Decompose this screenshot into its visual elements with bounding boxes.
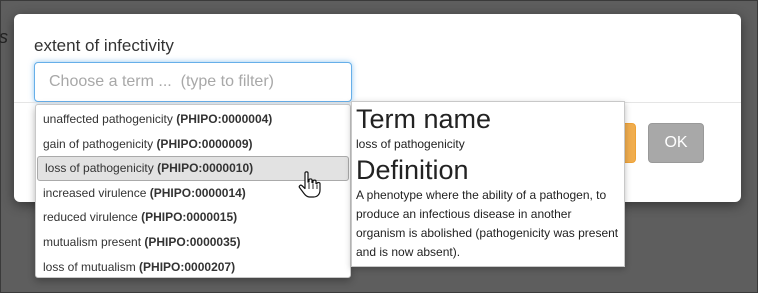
background-text: s [0, 27, 8, 48]
option-code: (PHIPO:0000015) [141, 210, 238, 225]
term-name-heading: Term name [356, 104, 492, 134]
option-label: unaffected pathogenicity [43, 112, 173, 126]
ok-button[interactable]: OK [648, 123, 704, 163]
option-label: loss of pathogenicity [45, 161, 154, 176]
option-label: gain of pathogenicity [43, 136, 154, 151]
list-item[interactable]: reduced virulence (PHIPO:0000015) [36, 205, 350, 230]
term-details-panel: Term name loss of pathogenicity Definiti… [351, 101, 625, 267]
list-item[interactable]: unaffected pathogenicity (PHIPO:0000004) [36, 107, 350, 132]
list-item[interactable]: mutualism present (PHIPO:0000035) [36, 230, 350, 255]
hand-pointer-icon [295, 170, 325, 200]
field-label: extent of infectivity [34, 36, 174, 55]
list-item[interactable]: gain of pathogenicity (PHIPO:0000009) [36, 132, 350, 157]
term-name-value: loss of pathogenicity [356, 137, 465, 151]
option-code: (PHIPO:0000004) [176, 112, 273, 126]
option-code: (PHIPO:0000035) [144, 234, 241, 249]
list-item[interactable]: loss of mutualism (PHIPO:0000207) [36, 255, 350, 280]
option-code: (PHIPO:0000207) [139, 259, 236, 274]
definition-value: A phenotype where the ability of a patho… [356, 188, 619, 259]
option-label: loss of mutualism [43, 259, 136, 274]
option-label: mutualism present [43, 234, 142, 249]
option-code: (PHIPO:0000010) [157, 161, 254, 176]
option-code: (PHIPO:0000014) [149, 185, 246, 200]
definition-heading: Definition [356, 155, 469, 185]
option-code: (PHIPO:0000009) [156, 136, 253, 151]
option-label: reduced virulence [43, 210, 138, 225]
term-filter-input[interactable] [34, 62, 352, 102]
option-label: increased virulence [43, 185, 147, 200]
